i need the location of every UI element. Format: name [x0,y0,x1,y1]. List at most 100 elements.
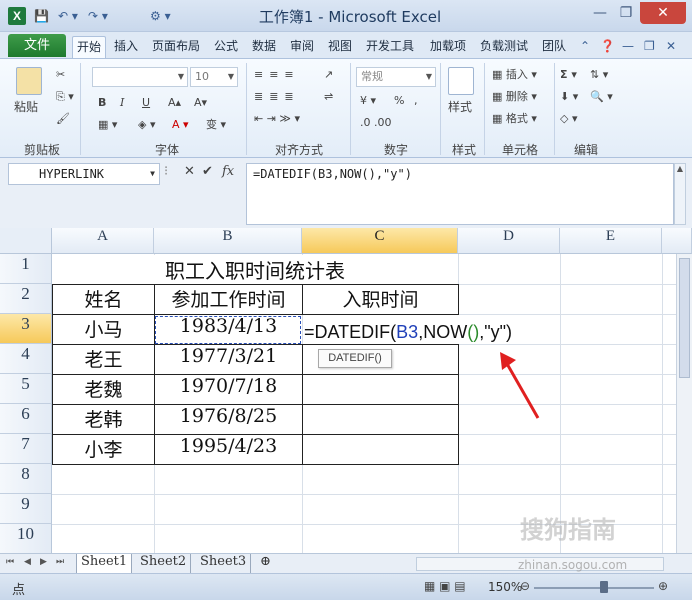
tab-addins[interactable]: 加载项 [430,36,466,58]
paste-button-label[interactable]: 粘贴 [14,99,38,115]
orientation-icon[interactable]: ↗ [324,67,333,83]
close-button[interactable]: ✕ [640,2,686,24]
tab-view[interactable]: 视图 [328,36,352,58]
increase-decimal-icon[interactable]: .0 .00 [360,115,392,131]
fill-icon[interactable]: ⬇ ▾ [560,89,578,105]
doc-close-icon[interactable]: ✕ [666,36,676,56]
sheet-tab-3[interactable]: Sheet3 [196,554,252,573]
header-work-start[interactable]: 参加工作时间 [155,285,302,315]
vertical-align-icons[interactable]: ≡≡≡ [254,67,300,83]
cell-a6[interactable]: 老韩 [53,405,154,435]
clear-icon[interactable]: ◇ ▾ [560,111,577,127]
formula-input[interactable]: =DATEDIF(B3,NOW(),"y") [246,163,674,225]
border-icon[interactable]: ▦ ▾ [98,117,117,133]
doc-restore-icon[interactable]: ❐ [644,36,655,56]
percent-button[interactable]: % [394,93,404,109]
first-sheet-icon[interactable]: ⏮ [6,557,14,567]
prev-sheet-icon[interactable]: ◀ [24,557,31,567]
select-all-corner[interactable] [0,228,52,254]
formula-bar-scroll[interactable]: ▲ [674,163,686,225]
sheet-tab-1[interactable]: Sheet1 [76,554,133,573]
cell-b4[interactable]: 1977/3/21 [155,345,302,375]
insert-function-icon[interactable]: fx [222,164,234,179]
next-sheet-icon[interactable]: ▶ [40,557,47,567]
tab-insert[interactable]: 插入 [114,36,138,58]
tab-data[interactable]: 数据 [252,36,276,58]
styles-button-label[interactable]: 样式 [448,99,472,115]
italic-button[interactable]: I [120,95,124,111]
zoom-slider-thumb[interactable] [600,581,608,593]
row-header-8[interactable]: 8 [0,464,52,494]
indent-icons[interactable]: ⇤ ⇥ ≫ ▾ [254,111,300,127]
tab-team[interactable]: 团队 [542,36,566,58]
zoom-in-icon[interactable]: ⊕ [658,579,668,593]
sort-filter-icon[interactable]: ⇅ ▾ [590,67,608,83]
find-select-icon[interactable]: 🔍 ▾ [590,89,613,105]
confirm-entry-icon[interactable]: ✔ [202,164,213,179]
name-box[interactable]: HYPERLINK ▼ [8,163,160,185]
horizontal-align-icons[interactable]: ≣≣≣ [254,89,300,105]
row-header-4[interactable]: 4 [0,344,52,374]
tab-review[interactable]: 审阅 [290,36,314,58]
sheet-title-cell[interactable]: 职工入职时间统计表 [53,255,457,284]
row-header-3[interactable]: 3 [0,314,52,344]
column-header-b[interactable]: B [154,228,302,254]
font-grow-icon[interactable]: A▴ [168,95,181,111]
save-icon[interactable]: 💾 [34,7,49,25]
vertical-scrollbar[interactable] [676,254,692,553]
cell-b5[interactable]: 1970/7/18 [155,375,302,405]
cancel-entry-icon[interactable]: ✕ [184,164,195,179]
tab-home[interactable]: 开始 [72,36,107,58]
row-header-9[interactable]: 9 [0,494,52,524]
column-header-d[interactable]: D [458,228,560,254]
row-header-6[interactable]: 6 [0,404,52,434]
column-header-f[interactable] [662,228,692,254]
bold-button[interactable]: B [98,95,106,111]
cell-c3-editing[interactable]: =DATEDIF(B3,NOW(),"y") [304,317,512,347]
resize-handle-icon[interactable]: ⁝ [164,164,168,179]
header-name[interactable]: 姓名 [53,285,154,315]
zoom-slider-track[interactable] [534,587,654,589]
paste-icon[interactable] [16,67,42,95]
collapse-ribbon-icon[interactable]: ⌃ [580,36,590,56]
column-header-c[interactable]: C [302,228,458,254]
font-color-icon[interactable]: A ▾ [172,117,189,133]
underline-button[interactable]: U [142,95,150,111]
vertical-scroll-thumb[interactable] [679,258,690,378]
tab-formulas[interactable]: 公式 [214,36,238,58]
cell-a7[interactable]: 小李 [53,435,154,465]
excel-app-icon[interactable]: X [8,7,26,25]
row-header-5[interactable]: 5 [0,374,52,404]
row-header-2[interactable]: 2 [0,284,52,314]
tab-file[interactable]: 文件 [8,34,66,57]
styles-icon[interactable] [448,67,474,95]
tab-developer[interactable]: 开发工具 [366,36,414,58]
zoom-level[interactable]: 150% [488,580,522,594]
minimize-button[interactable]: — [586,2,614,24]
number-format-combo[interactable]: 常规 ▼ [356,67,436,87]
column-header-a[interactable]: A [52,228,154,254]
column-header-e[interactable]: E [560,228,662,254]
customize-qat-button[interactable]: ⚙ ▾ [150,7,171,25]
help-icon[interactable]: ❓ [600,36,615,56]
cell-b6[interactable]: 1976/8/25 [155,405,302,435]
insert-sheet-icon[interactable]: ⊕ [256,554,275,573]
view-buttons[interactable]: ▦ ▣ ▤ [424,579,466,593]
zoom-out-icon[interactable]: ⊖ [520,579,530,593]
format-cells-button[interactable]: ▦ 格式 ▾ [492,111,537,127]
fill-color-icon[interactable]: ◈ ▾ [138,117,155,133]
redo-button[interactable]: ↷ ▾ [88,7,108,25]
comma-icon[interactable]: , [414,93,418,109]
last-sheet-icon[interactable]: ⏭ [56,557,64,567]
format-painter-icon[interactable]: 🖌 [56,111,70,127]
copy-icon[interactable]: ⎘ ▾ [56,89,74,105]
doc-minimize-icon[interactable]: — [622,36,634,56]
autosum-button[interactable]: Σ ▾ [560,67,577,83]
font-size-combo[interactable]: 10 ▼ [190,67,238,87]
delete-cells-button[interactable]: ▦ 删除 ▾ [492,89,537,105]
undo-button[interactable]: ↶ ▾ [58,7,78,25]
currency-icon[interactable]: ¥ ▾ [360,93,376,109]
tab-page-layout[interactable]: 页面布局 [152,36,200,58]
cut-icon[interactable]: ✂ [56,67,65,83]
font-name-combo[interactable]: ▼ [92,67,188,87]
